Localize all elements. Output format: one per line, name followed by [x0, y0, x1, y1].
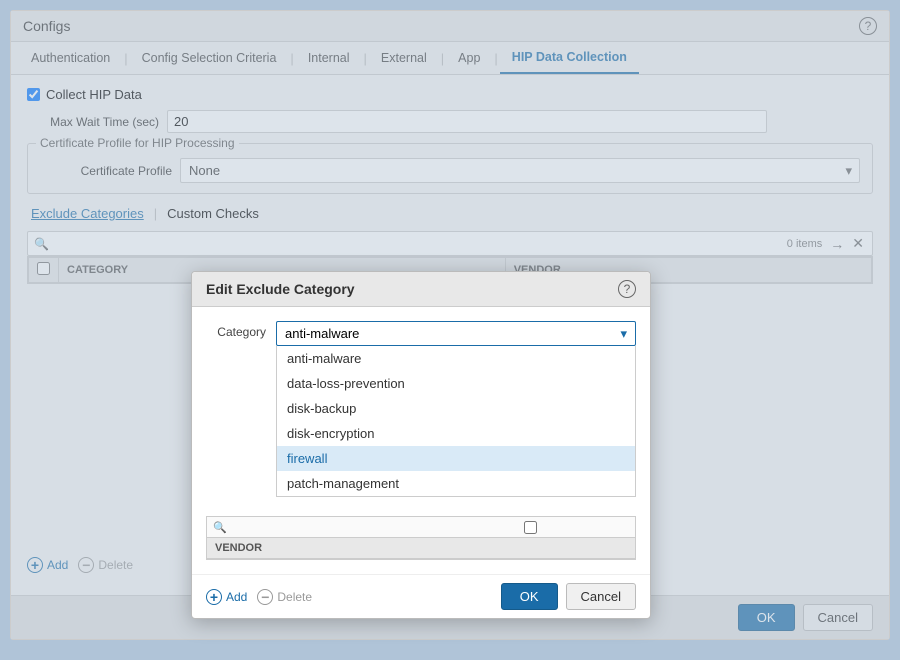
cert-profile-row: Certificate Profile None ▾: [40, 158, 860, 183]
max-wait-time-row: Max Wait Time (sec): [27, 110, 873, 133]
search-icon: 🔍: [34, 237, 49, 251]
table-select-all-checkbox[interactable]: [37, 262, 50, 275]
max-wait-time-label: Max Wait Time (sec): [27, 115, 167, 129]
edit-exclude-category-modal: Edit Exclude Category ? Category anti-ma…: [191, 271, 651, 619]
modal-cancel-button[interactable]: Cancel: [566, 583, 636, 610]
modal-category-label: Category: [206, 321, 276, 339]
items-count: 0 items: [787, 238, 822, 250]
delete-label: Delete: [98, 558, 133, 572]
cert-profile-select[interactable]: None: [180, 158, 860, 183]
max-wait-time-input[interactable]: [167, 110, 767, 133]
modal-category-row: Category anti-malware ▾ anti-malware dat…: [206, 321, 636, 346]
tab-authentication[interactable]: Authentication: [19, 43, 122, 73]
dropdown-item-anti-malware[interactable]: anti-malware: [277, 346, 635, 371]
tab-config-selection[interactable]: Config Selection Criteria: [130, 43, 289, 73]
main-cancel-button[interactable]: Cancel: [803, 604, 873, 631]
modal-add-button[interactable]: + Add: [206, 589, 247, 605]
add-label: Add: [47, 558, 68, 572]
panel-help-icon[interactable]: ?: [859, 17, 877, 35]
modal-delete-label: Delete: [277, 590, 312, 604]
panel-title: Configs: [23, 18, 70, 34]
tab-hip-data-collection[interactable]: HIP Data Collection: [500, 42, 639, 74]
modal-add-label: Add: [226, 590, 247, 604]
modal-delete-button[interactable]: − Delete: [257, 589, 312, 605]
modal-table-search-bar: 🔍: [207, 517, 635, 538]
modal-header: Edit Exclude Category ?: [192, 272, 650, 307]
cert-profile-group: Certificate Profile for HIP Processing C…: [27, 143, 873, 194]
bottom-actions: + Add − Delete: [27, 551, 133, 579]
sub-tab-custom-checks[interactable]: Custom Checks: [163, 204, 263, 223]
sub-tabs: Exclude Categories | Custom Checks: [27, 204, 873, 223]
modal-col-vendor: VENDOR: [207, 538, 635, 559]
modal-ok-button[interactable]: OK: [501, 583, 558, 610]
add-button[interactable]: + Add: [27, 557, 68, 573]
tab-external[interactable]: External: [369, 43, 439, 73]
modal-category-dropdown-list: anti-malware data-loss-prevention disk-b…: [276, 346, 636, 497]
modal-category-select[interactable]: anti-malware ▾: [276, 321, 636, 346]
dropdown-item-patch-management[interactable]: patch-management: [277, 471, 635, 496]
dropdown-item-disk-encryption[interactable]: disk-encryption: [277, 421, 635, 446]
collect-hip-data-checkbox[interactable]: [27, 88, 40, 101]
dropdown-chevron-icon: ▾: [620, 326, 627, 342]
dropdown-item-data-loss-prevention[interactable]: data-loss-prevention: [277, 371, 635, 396]
modal-body: Category anti-malware ▾ anti-malware dat…: [192, 307, 650, 574]
main-panel: Configs ? Authentication | Config Select…: [10, 10, 890, 640]
delete-button[interactable]: − Delete: [78, 557, 133, 573]
cert-profile-label: Certificate Profile: [40, 164, 180, 178]
cert-profile-group-title: Certificate Profile for HIP Processing: [36, 136, 239, 150]
collect-hip-data-row: Collect HIP Data: [27, 87, 873, 102]
sub-tab-exclude-categories[interactable]: Exclude Categories: [27, 204, 148, 223]
search-arrow-icon[interactable]: →: [828, 236, 846, 252]
modal-table-checkbox[interactable]: [432, 521, 629, 534]
modal-delete-icon: −: [257, 589, 273, 605]
delete-icon: −: [78, 557, 94, 573]
modal-footer-btns: OK Cancel: [501, 583, 636, 610]
add-icon: +: [27, 557, 43, 573]
modal-search-input[interactable]: [231, 520, 428, 534]
modal-add-icon: +: [206, 589, 222, 605]
search-clear-icon[interactable]: ✕: [850, 235, 866, 252]
tabs-bar: Authentication | Config Selection Criter…: [11, 42, 889, 75]
modal-category-dropdown-wrapper: anti-malware ▾ anti-malware data-loss-pr…: [276, 321, 636, 346]
dropdown-item-firewall[interactable]: firewall: [277, 446, 635, 471]
modal-category-value: anti-malware: [285, 326, 359, 341]
tab-app[interactable]: App: [446, 43, 492, 73]
modal-search-icon: 🔍: [213, 521, 227, 534]
modal-bottom: + Add − Delete OK Cancel: [192, 574, 650, 618]
modal-vendor-table: 🔍 VENDOR: [206, 516, 636, 560]
tab-internal[interactable]: Internal: [296, 43, 362, 73]
modal-inner-section: 🔍 VENDOR: [206, 516, 636, 560]
dropdown-item-disk-backup[interactable]: disk-backup: [277, 396, 635, 421]
collect-hip-data-label: Collect HIP Data: [46, 87, 142, 102]
modal-actions: + Add − Delete: [206, 589, 312, 605]
content-area: Collect HIP Data Max Wait Time (sec) Cer…: [11, 75, 889, 296]
main-ok-button[interactable]: OK: [738, 604, 795, 631]
search-bar: 🔍 0 items → ✕: [27, 231, 873, 256]
search-input[interactable]: [53, 237, 787, 251]
panel-header: Configs ?: [11, 11, 889, 42]
modal-help-icon[interactable]: ?: [618, 280, 636, 298]
modal-title: Edit Exclude Category: [206, 281, 355, 297]
